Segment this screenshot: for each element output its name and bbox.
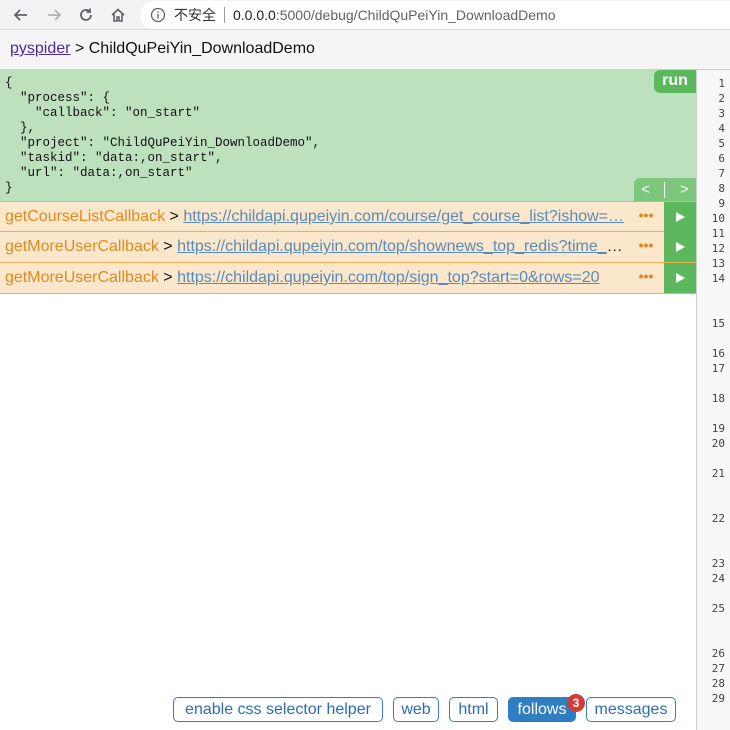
line-number: 14 (711, 272, 725, 285)
line-number: 20 (711, 437, 725, 450)
follow-text: getMoreUserCallback > https://childapi.q… (5, 238, 625, 256)
line-number: 16 (711, 347, 725, 360)
line-number: 17 (711, 362, 725, 375)
json-line: "process": { (5, 91, 111, 105)
follow-separator: > (163, 238, 173, 255)
task-panel: { "process": { "callback": "on_start" },… (0, 70, 696, 201)
line-number: 1 (718, 77, 725, 90)
line-number: 18 (711, 392, 725, 405)
task-json: { "process": { "callback": "on_start" },… (0, 70, 696, 196)
line-number: 3 (718, 107, 725, 120)
follow-url-link[interactable]: https://childapi.qupeiyin.com/top/sign_t… (177, 269, 599, 286)
line-number: 13 (711, 257, 725, 270)
line-number: 24 (711, 572, 725, 585)
more-icon[interactable]: ••• (630, 203, 662, 231)
follow-callback: getMoreUserCallback (5, 269, 159, 286)
line-number: 4 (718, 122, 725, 135)
more-icon[interactable]: ••• (630, 264, 662, 292)
follow-url-link[interactable]: https://childapi.qupeiyin.com/course/get… (183, 208, 624, 225)
line-number: 29 (711, 692, 725, 705)
line-number: 2 (718, 92, 725, 105)
url-path: :5000/debug/ChildQuPeiYin_DownloadDemo (275, 7, 556, 23)
forward-icon[interactable] (43, 4, 65, 26)
run-button[interactable]: run (654, 70, 696, 93)
follow-item[interactable]: getMoreUserCallback > https://childapi.q… (0, 232, 696, 263)
reload-icon[interactable] (75, 4, 97, 26)
browser-toolbar: 不安全 0.0.0.0 :5000/debug/ChildQuPeiYin_Do… (0, 0, 730, 30)
follows-count-badge: 3 (567, 694, 585, 712)
project-title: ChildQuPeiYin_DownloadDemo (88, 40, 315, 57)
history-pager: < > (634, 178, 696, 201)
line-number: 21 (711, 467, 725, 480)
url-host: 0.0.0.0 (233, 7, 276, 23)
follow-callback: getMoreUserCallback (5, 238, 159, 255)
line-number: 11 (711, 227, 725, 240)
pyspider-home-link[interactable]: pyspider (10, 40, 70, 57)
info-icon[interactable] (150, 7, 166, 23)
json-line: { (5, 76, 13, 90)
css-selector-helper-button[interactable]: enable css selector helper (173, 697, 383, 722)
json-line: } (5, 181, 13, 195)
prev-button[interactable]: < (641, 181, 650, 198)
line-number: 8 (718, 182, 725, 195)
play-button[interactable] (664, 202, 696, 232)
web-tab-button[interactable]: web (393, 697, 439, 722)
line-number: 7 (718, 167, 725, 180)
line-number: 28 (711, 677, 725, 690)
debug-header: pyspider > ChildQuPeiYin_DownloadDemo (0, 30, 730, 70)
json-line: }, (5, 121, 36, 135)
follow-text: getCourseListCallback > https://childapi… (5, 208, 625, 226)
follow-separator: > (163, 269, 173, 286)
play-button[interactable] (664, 263, 696, 293)
line-number: 19 (711, 422, 725, 435)
code-gutter: 1 2 3 4 5 6 7 8 9 10 11 12 13 14 15 16 1… (696, 70, 730, 730)
back-icon[interactable] (10, 4, 32, 26)
follow-url-link[interactable]: https://childapi.qupeiyin.com/top/showne… (177, 238, 625, 255)
line-number: 9 (718, 197, 725, 210)
html-tab-button[interactable]: html (449, 697, 498, 722)
divider (224, 7, 225, 23)
play-icon (676, 273, 685, 283)
messages-tab-button[interactable]: messages (586, 697, 676, 722)
line-number: 26 (711, 647, 725, 660)
follow-separator: > (169, 208, 179, 225)
json-line: "project": "ChildQuPeiYin_DownloadDemo", (5, 136, 321, 150)
line-number: 25 (711, 602, 725, 615)
more-icon[interactable]: ••• (630, 233, 662, 261)
play-icon (676, 242, 685, 252)
play-icon (676, 212, 685, 222)
line-number: 15 (711, 317, 725, 330)
next-button[interactable]: > (680, 181, 689, 198)
follow-text: getMoreUserCallback > https://childapi.q… (5, 269, 625, 287)
line-number: 12 (711, 242, 725, 255)
line-number: 6 (718, 152, 725, 165)
line-number: 27 (711, 662, 725, 675)
json-line: "taskid": "data:,on_start", (5, 151, 223, 165)
security-label: 不安全 (174, 7, 216, 23)
follow-item[interactable]: getMoreUserCallback > https://childapi.q… (0, 263, 696, 294)
follows-tab-button[interactable]: follows (508, 697, 576, 722)
divider (664, 181, 666, 198)
play-button[interactable] (664, 232, 696, 262)
line-number: 5 (718, 137, 725, 150)
json-line: "url": "data:,on_start" (5, 166, 193, 180)
line-number: 22 (711, 512, 725, 525)
follow-callback: getCourseListCallback (5, 208, 166, 225)
address-bar[interactable]: 不安全 0.0.0.0 :5000/debug/ChildQuPeiYin_Do… (140, 1, 730, 29)
line-number: 10 (711, 212, 725, 225)
breadcrumb-separator: > (74, 40, 85, 57)
debug-toolbar: enable css selector helper web html foll… (0, 694, 696, 725)
home-icon[interactable] (107, 4, 129, 26)
json-line: "callback": "on_start" (5, 106, 201, 120)
follow-item[interactable]: getCourseListCallback > https://childapi… (0, 201, 696, 232)
line-number: 23 (711, 557, 725, 570)
follows-list: getCourseListCallback > https://childapi… (0, 201, 696, 294)
